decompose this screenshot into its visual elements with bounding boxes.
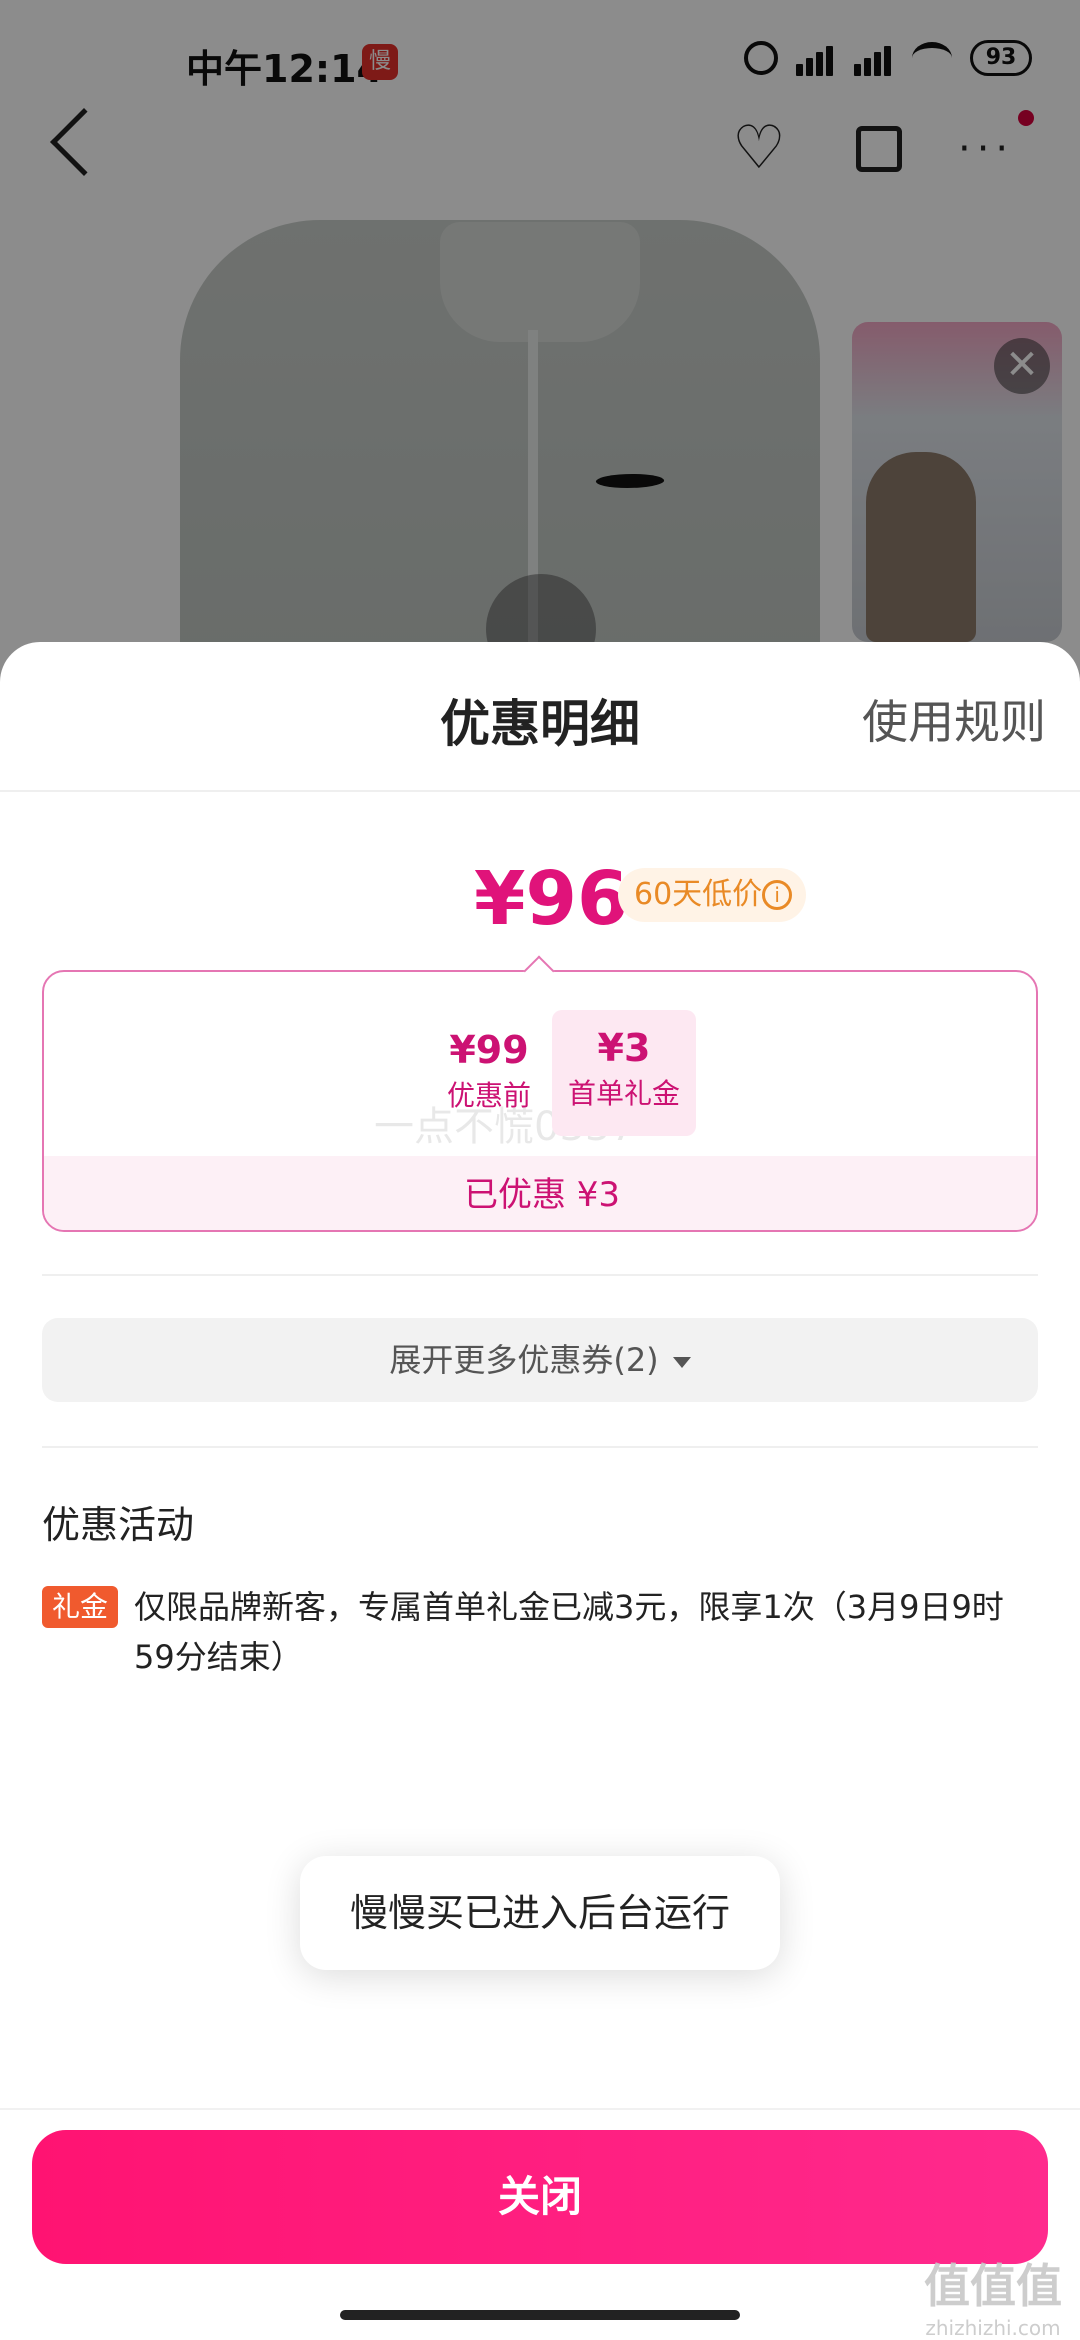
- total-saved: 已优惠 ¥3: [44, 1156, 1036, 1230]
- chevron-down-icon: [672, 1356, 691, 1368]
- expand-coupons-button[interactable]: 展开更多优惠券(2): [42, 1318, 1038, 1402]
- price-calculation-box: 一点不慌0337 ¥99 优惠前 - ¥3 首单礼金 已优惠 ¥3: [42, 970, 1038, 1232]
- low-price-label: 60天低价: [634, 877, 763, 912]
- site-watermark: 值值值 zhizhizhi.com: [924, 2250, 1062, 2340]
- activities-title: 优惠活动: [42, 1503, 195, 1547]
- coupon-label: 首单礼金: [567, 1077, 680, 1110]
- watermark-domain: zhizhizhi.com: [925, 2316, 1061, 2340]
- watermark-logo: 值值值: [924, 2259, 1062, 2313]
- discount-detail-sheet: 优惠明细 使用规则 ¥96 60天低价 i 一点不慌0337 ¥99 优惠前 -…: [0, 642, 1080, 2340]
- usage-rules-link[interactable]: 使用规则: [862, 686, 1046, 752]
- activity-description: 仅限品牌新客，专属首单礼金已减3元，限享1次（3月9日9时59分结束）: [134, 1588, 1004, 1676]
- close-button[interactable]: 关闭: [32, 2130, 1048, 2264]
- original-price-label: 优惠前: [446, 1079, 531, 1112]
- final-price: ¥96: [474, 856, 629, 942]
- coupon-value: ¥3: [597, 1026, 651, 1070]
- expand-coupons-label: 展开更多优惠券(2): [389, 1341, 659, 1379]
- toast-message: 慢慢买已进入后台运行: [300, 1856, 780, 1970]
- info-icon[interactable]: i: [762, 880, 793, 910]
- original-price-value: ¥99: [449, 1028, 529, 1072]
- gift-money-badge: 礼金: [42, 1586, 118, 1628]
- home-indicator[interactable]: [340, 2310, 740, 2320]
- first-order-coupon-item: ¥3 首单礼金: [552, 1010, 696, 1136]
- original-price-item: ¥99 优惠前: [414, 1028, 564, 1114]
- divider: [42, 1274, 1038, 1276]
- sheet-header: 优惠明细 使用规则: [0, 642, 1080, 792]
- divider: [42, 1446, 1038, 1448]
- bottom-bar: 关闭: [0, 2108, 1080, 2340]
- low-price-badge[interactable]: 60天低价 i: [618, 868, 807, 922]
